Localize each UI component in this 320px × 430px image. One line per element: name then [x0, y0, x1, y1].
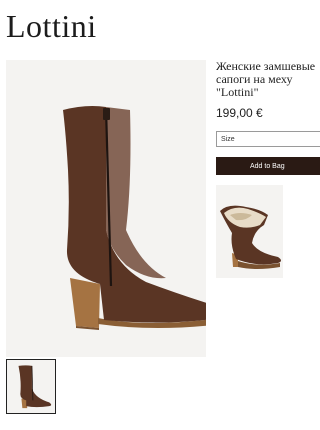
- main-product-image: [6, 60, 206, 357]
- thumbnail-selected[interactable]: [6, 359, 56, 414]
- secondary-product-image[interactable]: [216, 185, 283, 278]
- add-to-bag-button[interactable]: Add to Bag: [216, 157, 320, 175]
- size-select[interactable]: Size: [216, 131, 320, 147]
- boot-side-view: [63, 106, 206, 330]
- product-price: 199,00 €: [216, 106, 263, 120]
- product-title: Женские замшевые сапоги на меху "Lottini…: [216, 59, 316, 99]
- boot-fur-lining-view: [220, 205, 281, 269]
- brand-logo[interactable]: Lottini: [6, 6, 97, 46]
- size-select-label: Size: [221, 135, 235, 143]
- boot-thumbnail-icon: [18, 365, 52, 409]
